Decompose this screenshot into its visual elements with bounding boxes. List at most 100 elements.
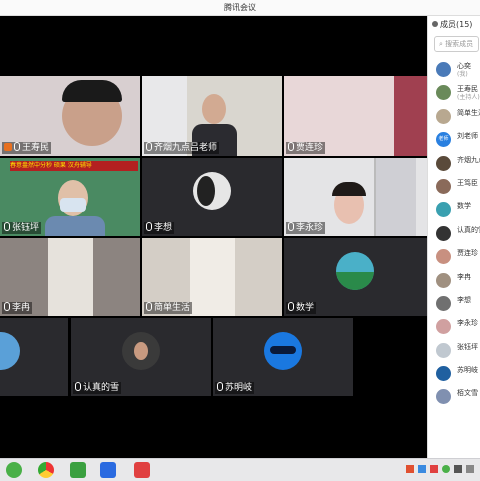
member-item[interactable]: 数学 xyxy=(428,198,480,221)
member-item[interactable]: 李想 xyxy=(428,292,480,315)
member-avatar xyxy=(436,366,451,382)
avatar xyxy=(336,252,374,290)
tile-label: 数学 xyxy=(286,302,317,314)
tray-icon[interactable] xyxy=(430,465,438,473)
member-item[interactable]: 栢文雪 xyxy=(428,385,480,408)
member-item[interactable]: 王寿民 (主持人) xyxy=(428,81,480,104)
classroom-banner: 春意盎然中分秒 硕果 汉舟辅导 xyxy=(10,161,138,171)
member-item[interactable]: 老师 刘老师 xyxy=(428,128,480,151)
search-icon: ⌕ xyxy=(439,40,443,48)
mic-icon xyxy=(4,302,10,311)
avatar-landscape xyxy=(336,272,374,290)
tray-icon[interactable] xyxy=(418,465,426,473)
curtain xyxy=(394,76,427,156)
chrome-icon[interactable] xyxy=(38,462,54,478)
member-name: 李想 xyxy=(457,295,471,304)
video-grid: 王寿民 齐烟九点吕老师 贾连珍 春意盎然中分秒 硕果 汉舟辅导 张钰坪 李想 李… xyxy=(0,16,427,458)
search-input[interactable]: ⌕ 搜索成员 xyxy=(434,36,479,52)
door xyxy=(374,158,416,236)
video-tile[interactable]: 王寿民 xyxy=(0,76,140,156)
mic-icon xyxy=(146,142,152,151)
member-item[interactable]: 齐烟九点 xyxy=(428,152,480,175)
member-name: 贾连珍 xyxy=(457,249,478,258)
member-item[interactable]: 王笃臣 xyxy=(428,175,480,198)
member-name: 简单生活 xyxy=(457,108,480,117)
face-mask xyxy=(60,198,86,212)
members-panel: 成员(15) ⌕ 搜索成员 心奕(我)王寿民(主持人) 简单生活老师刘老师齐烟九点… xyxy=(427,16,480,458)
wechat-icon[interactable] xyxy=(6,462,22,478)
video-tile[interactable]: 李想 xyxy=(142,158,282,236)
member-name: 李永珍 xyxy=(457,319,478,328)
member-avatar xyxy=(436,178,451,194)
host-icon xyxy=(4,143,12,151)
member-avatar xyxy=(436,272,451,288)
tile-label: 李想 xyxy=(144,222,175,234)
wall xyxy=(48,238,93,316)
video-tile[interactable]: 李冉 xyxy=(0,238,140,316)
tencent-meeting-icon[interactable] xyxy=(100,462,116,478)
video-tile[interactable]: 李永珍 xyxy=(284,158,427,236)
video-tile[interactable]: 齐烟九点吕老师 xyxy=(142,76,282,156)
mic-icon xyxy=(75,382,81,391)
video-tile[interactable]: 贾连珍 xyxy=(284,76,427,156)
tile-label: 齐烟九点吕老师 xyxy=(144,142,220,154)
tile-label: 苏明岐 xyxy=(215,382,255,394)
person-face xyxy=(202,94,226,124)
member-role: (我) xyxy=(457,71,468,78)
avatar xyxy=(193,172,231,210)
mic-icon xyxy=(14,142,20,151)
tray-icon[interactable] xyxy=(442,465,450,473)
member-name: 认真的雪 xyxy=(457,225,480,234)
video-tile[interactable] xyxy=(0,318,68,396)
tile-label: 李冉 xyxy=(2,302,33,314)
member-item[interactable]: 心奕 (我) xyxy=(428,58,480,81)
member-item[interactable]: 贾连珍 xyxy=(428,245,480,268)
member-item[interactable]: 苏明岐 xyxy=(428,362,480,385)
tile-label: 简单生活 xyxy=(144,302,193,314)
taskbar xyxy=(0,458,480,481)
avatar-hair xyxy=(197,176,215,206)
member-item[interactable]: 张钰坪 xyxy=(428,339,480,362)
member-name: 王笃臣 xyxy=(457,178,478,187)
member-avatar xyxy=(436,319,451,335)
mic-icon xyxy=(288,142,294,151)
video-tile[interactable]: 春意盎然中分秒 硕果 汉舟辅导 张钰坪 xyxy=(0,158,140,236)
mic-icon xyxy=(288,222,294,231)
tray-s-icon[interactable] xyxy=(406,465,414,473)
video-tile[interactable]: 简单生活 xyxy=(142,238,282,316)
member-avatar xyxy=(436,225,451,241)
video-tile[interactable]: 数学 xyxy=(284,238,427,316)
member-name: 栢文雪 xyxy=(457,389,478,398)
member-avatar xyxy=(436,202,451,218)
member-avatar xyxy=(436,62,451,77)
video-tile[interactable]: 认真的雪 xyxy=(71,318,211,396)
member-avatar xyxy=(436,249,451,265)
mic-icon xyxy=(288,302,294,311)
person-hair xyxy=(62,80,122,102)
member-item[interactable]: 李冉 xyxy=(428,269,480,292)
tray-icon[interactable] xyxy=(466,465,474,473)
green-app-icon[interactable] xyxy=(70,462,86,478)
wps-icon[interactable] xyxy=(134,462,150,478)
member-item[interactable]: 认真的雪 xyxy=(428,222,480,245)
avatar xyxy=(122,332,160,370)
mic-icon xyxy=(146,302,152,311)
member-avatar xyxy=(436,342,451,358)
wall xyxy=(190,238,235,316)
member-avatar: 老师 xyxy=(436,132,451,148)
mic-icon xyxy=(146,222,152,231)
member-avatar xyxy=(436,85,451,101)
video-tile[interactable]: 苏明岐 xyxy=(213,318,353,396)
window-title: 腾讯会议 xyxy=(0,0,480,16)
tile-label: 李永珍 xyxy=(286,222,326,234)
tray-icon[interactable] xyxy=(454,465,462,473)
member-avatar xyxy=(436,389,451,405)
members-header: 成员(15) xyxy=(428,16,480,34)
member-item[interactable]: 李永珍 xyxy=(428,315,480,338)
avatar-face xyxy=(134,342,148,360)
member-role: (主持人) xyxy=(457,94,480,102)
member-item[interactable]: 简单生活 xyxy=(428,105,480,128)
member-name: 李冉 xyxy=(457,272,471,281)
mic-icon xyxy=(217,382,223,391)
tile-label: 贾连珍 xyxy=(286,142,326,154)
